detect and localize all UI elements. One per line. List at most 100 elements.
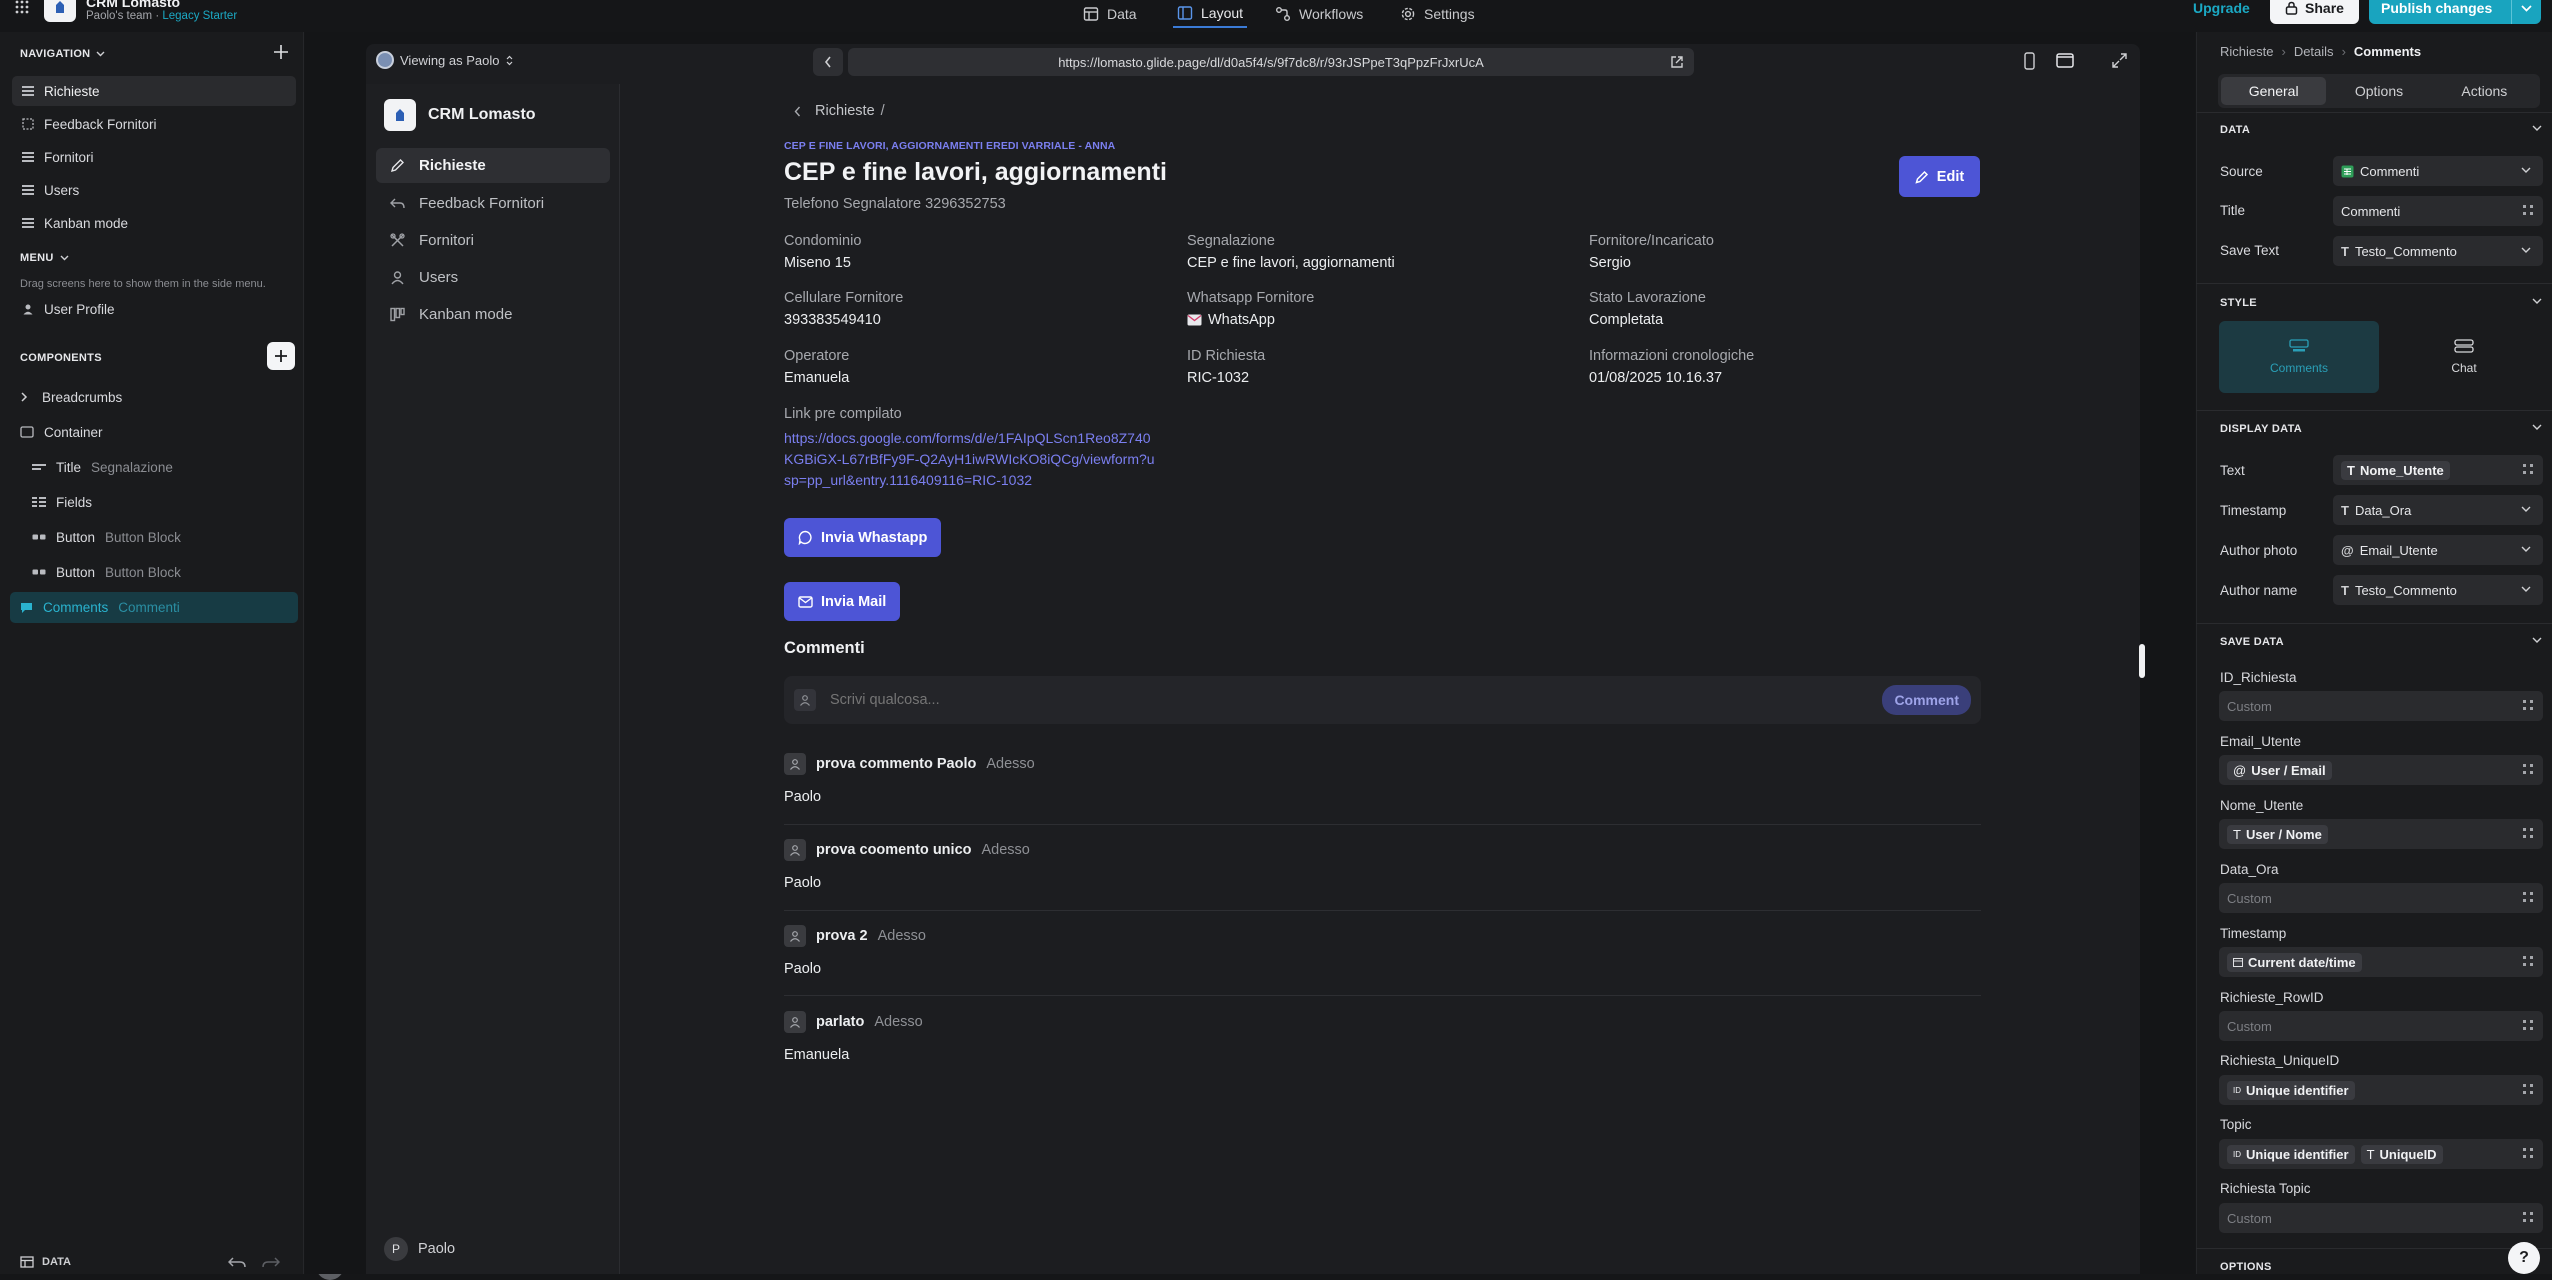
component-button[interactable]: Button Button Block (32, 522, 181, 552)
publish-button[interactable]: Publish changes (2369, 0, 2541, 24)
viewing-as-selector[interactable]: Viewing as Paolo (376, 51, 513, 69)
breadcrumb-item[interactable]: Details (2294, 44, 2334, 59)
collapse-chevron-icon[interactable] (2532, 125, 2542, 131)
menu-item-user-profile[interactable]: User Profile (12, 294, 296, 324)
component-button[interactable]: Button Button Block (32, 557, 181, 587)
title-input[interactable]: Commenti (2333, 196, 2543, 226)
tab-actions[interactable]: Actions (2432, 77, 2537, 105)
back-button[interactable] (813, 48, 843, 76)
grip-icon[interactable] (2523, 764, 2533, 774)
breadcrumb-link[interactable]: Richieste (815, 103, 875, 119)
component-comments[interactable]: Comments Commenti (10, 592, 298, 623)
collapse-chevron-icon[interactable] (2532, 637, 2542, 643)
app-nav-fornitori[interactable]: Fornitori (376, 223, 610, 258)
data-footer[interactable]: DATA (20, 1256, 71, 1268)
menu-title[interactable]: MENU (20, 252, 69, 264)
nav-item-richieste[interactable]: Richieste (12, 76, 296, 106)
url-bar[interactable]: https://lomasto.glide.page/dl/d0a5f4/s/9… (848, 48, 1694, 76)
app-nav-users[interactable]: Users (376, 260, 610, 295)
grip-icon[interactable] (2523, 464, 2533, 474)
grip-icon[interactable] (2523, 1084, 2533, 1094)
chevron-down-icon[interactable] (2511, 0, 2541, 24)
app-nav-richieste[interactable]: Richieste (376, 148, 610, 183)
upgrade-link[interactable]: Upgrade (2193, 0, 2250, 16)
redo-icon[interactable] (262, 1256, 280, 1268)
save-field-input[interactable]: ID Unique identifier T UniqueID (2219, 1139, 2543, 1169)
style-option-chat[interactable]: Chat (2384, 321, 2544, 393)
nav-item-users[interactable]: Users (12, 175, 296, 205)
nav-item-feedback-fornitori[interactable]: Feedback Fornitori (12, 109, 296, 139)
grip-icon[interactable] (2523, 956, 2533, 966)
app-nav-feedback-fornitori[interactable]: Feedback Fornitori (376, 186, 610, 221)
tab-settings[interactable]: Settings (1400, 0, 1475, 28)
navigation-title[interactable]: NAVIGATION (20, 48, 105, 60)
breadcrumb-item[interactable]: Richieste (2220, 44, 2273, 59)
comment-input[interactable] (830, 692, 1869, 708)
app-nav-kanban-mode[interactable]: Kanban mode (376, 297, 610, 332)
component-title[interactable]: Title Segnalazione (32, 452, 173, 482)
save-field-input[interactable]: ID Unique identifier (2219, 1075, 2543, 1105)
comment-submit-button[interactable]: Comment (1882, 685, 1971, 715)
edit-pen-icon (1915, 170, 1929, 184)
display-author-photo-select[interactable]: @ Email_Utente (2333, 535, 2543, 565)
share-button[interactable]: Share (2270, 0, 2359, 24)
display-author-name-select[interactable]: T Testo_Commento (2333, 575, 2543, 605)
prefilled-link[interactable]: https://docs.google.com/forms/d/e/1FAIpQ… (784, 428, 1155, 491)
grip-icon[interactable] (2523, 700, 2533, 710)
tab-layout[interactable]: Layout (1173, 0, 1248, 28)
display-timestamp-select[interactable]: T Data_Ora (2333, 495, 2543, 525)
add-screen-icon[interactable] (273, 44, 289, 60)
save-field-input[interactable]: @ User / Email (2219, 755, 2543, 785)
chevron-left-icon[interactable] (794, 106, 801, 117)
grip-icon[interactable] (2523, 205, 2533, 215)
grip-icon[interactable] (2523, 828, 2533, 838)
chevron-right-icon[interactable] (20, 392, 28, 402)
add-component-button[interactable] (267, 342, 295, 370)
grid-menu-icon[interactable] (15, 0, 29, 14)
invia-whatsapp-button[interactable]: Invia Whastapp (784, 518, 942, 557)
display-text-select[interactable]: T Nome_Utente (2333, 455, 2543, 485)
save-field-input[interactable]: Custom (2219, 1203, 2543, 1233)
tab-options[interactable]: Options (2326, 77, 2431, 105)
edit-button[interactable]: Edit (1899, 156, 1980, 197)
component-sublabel: Commenti (118, 600, 180, 615)
nav-item-kanban-mode[interactable]: Kanban mode (12, 208, 296, 238)
save-text-select[interactable]: T Testo_Commento (2333, 236, 2543, 266)
save-field-input[interactable]: Custom (2219, 883, 2543, 913)
tab-general[interactable]: General (2221, 77, 2327, 105)
desktop-view-icon[interactable] (2056, 53, 2074, 68)
component-fields[interactable]: Fields (32, 487, 92, 517)
comment-title: prova commento Paolo (816, 756, 977, 772)
grip-icon[interactable] (2523, 1148, 2533, 1158)
tab-workflows[interactable]: Workflows (1275, 0, 1363, 28)
grip-icon[interactable] (2523, 892, 2533, 902)
component-sublabel: Button Block (105, 564, 181, 580)
grip-icon[interactable] (2523, 1020, 2533, 1030)
component-container[interactable]: Container (20, 417, 103, 447)
plan-name[interactable]: Legacy Starter (162, 10, 237, 22)
whatsapp-field-value[interactable]: WhatsApp (1187, 312, 1275, 328)
save-field-input[interactable]: Custom (2219, 1011, 2543, 1041)
nav-item-fornitori[interactable]: Fornitori (12, 142, 296, 172)
invia-mail-button[interactable]: Invia Mail (784, 582, 901, 621)
collapse-chevron-icon[interactable] (2532, 298, 2542, 304)
collapse-chevron-icon[interactable] (2532, 424, 2542, 430)
user-avatar-icon (784, 753, 806, 775)
list-icon (22, 217, 34, 229)
component-breadcrumbs[interactable]: Breadcrumbs (20, 382, 122, 412)
fullscreen-icon[interactable] (2112, 53, 2127, 68)
help-button[interactable]: ? (2508, 1242, 2540, 1274)
save-field-input[interactable]: Custom (2219, 691, 2543, 721)
panel-resize-handle[interactable] (2139, 644, 2145, 678)
undo-icon[interactable] (228, 1256, 246, 1268)
save-field-input[interactable]: T User / Nome (2219, 819, 2543, 849)
app-user[interactable]: P Paolo (384, 1237, 455, 1261)
grip-icon[interactable] (2523, 1212, 2533, 1222)
external-link-icon[interactable] (1670, 55, 1684, 69)
tab-data[interactable]: Data (1083, 0, 1137, 28)
save-field-input[interactable]: Current date/time (2219, 947, 2543, 977)
style-option-comments[interactable]: Comments (2219, 321, 2379, 393)
source-select[interactable]: Commenti (2333, 156, 2543, 186)
publish-label: Publish changes (2381, 0, 2493, 16)
mobile-view-icon[interactable] (2024, 52, 2035, 70)
